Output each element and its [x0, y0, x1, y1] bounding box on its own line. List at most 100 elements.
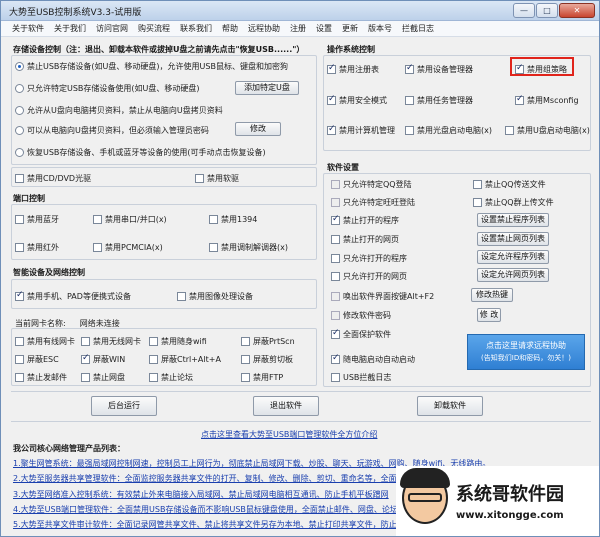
checkbox-icon[interactable]	[15, 373, 24, 382]
maximize-button[interactable]: □	[536, 3, 558, 18]
port-pcmcia[interactable]: 禁用PCMCIA(x)	[93, 242, 163, 253]
port-modem[interactable]: 禁用调制解调器(x)	[209, 242, 288, 253]
sw-change-password[interactable]: 修改软件密码	[331, 310, 391, 321]
checkbox-icon[interactable]	[177, 292, 186, 301]
checkbox-icon[interactable]	[331, 254, 340, 263]
block-ftp[interactable]: 禁用FTP	[241, 372, 283, 383]
checkbox-icon[interactable]	[81, 373, 90, 382]
background-run-button[interactable]: 后台运行	[91, 396, 157, 416]
checkbox-icon[interactable]	[149, 373, 158, 382]
block-ctrl-alt-a[interactable]: 屏蔽Ctrl+Alt+A	[149, 354, 221, 365]
checkbox-icon[interactable]	[93, 215, 102, 224]
checkbox-icon[interactable]	[327, 63, 336, 74]
os-registry[interactable]: 禁用注册表	[327, 63, 379, 75]
sw-block-web[interactable]: 禁止打开的网页	[331, 234, 399, 245]
menu-contact[interactable]: 联系我们	[175, 23, 217, 34]
radio-icon[interactable]	[15, 148, 24, 157]
cd-checkbox[interactable]: 禁用CD/DVD光驱	[15, 173, 91, 184]
sw-hotkey[interactable]: 唤出软件界面按键Alt+F2	[331, 291, 434, 302]
checkbox-icon[interactable]	[149, 355, 158, 364]
os-gpedit[interactable]: 禁用组策略	[515, 63, 567, 75]
checkbox-icon[interactable]	[15, 243, 24, 252]
checkbox-icon[interactable]	[81, 337, 90, 346]
net-wireless[interactable]: 禁用无线网卡	[81, 336, 141, 347]
uninstall-button[interactable]: 卸载软件	[417, 396, 483, 416]
radio-icon[interactable]	[15, 126, 24, 135]
checkbox-icon[interactable]	[241, 373, 250, 382]
block-web-list-button[interactable]: 设置禁止网页列表	[477, 232, 549, 246]
checkbox-icon[interactable]	[93, 243, 102, 252]
minimize-button[interactable]: —	[513, 3, 535, 18]
checkbox-icon[interactable]	[473, 180, 482, 189]
checkbox-icon[interactable]	[515, 63, 524, 74]
checkbox-icon[interactable]	[331, 272, 340, 281]
checkbox-icon[interactable]	[331, 328, 340, 339]
block-forum[interactable]: 禁止论坛	[149, 372, 193, 383]
checkbox-icon[interactable]	[405, 126, 414, 135]
port-serial[interactable]: 禁用串口/并口(x)	[93, 214, 167, 225]
exit-button[interactable]: 退出软件	[253, 396, 319, 416]
block-win[interactable]: 屏蔽WIN	[81, 353, 125, 365]
checkbox-icon[interactable]	[405, 63, 414, 74]
block-program-list-button[interactable]: 设置禁止程序列表	[477, 213, 549, 227]
os-devmgr[interactable]: 禁用设备管理器	[405, 63, 473, 75]
block-netdisk[interactable]: 禁止网盘	[81, 372, 125, 383]
menu-about-software[interactable]: 关于软件	[7, 23, 49, 34]
checkbox-icon[interactable]	[327, 124, 336, 135]
change-password-button[interactable]: 修 改	[477, 308, 501, 322]
checkbox-icon[interactable]	[241, 355, 250, 364]
storage-option-4[interactable]: 可以从电脑向U盘拷贝资料，但必须输入管理员密码	[15, 125, 209, 136]
port-infrared[interactable]: 禁用红外	[15, 242, 59, 253]
imaging-checkbox[interactable]: 禁用图像处理设备	[177, 291, 253, 302]
checkbox-icon[interactable]	[15, 355, 24, 364]
menu-visit-site[interactable]: 访问官网	[91, 23, 133, 34]
checkbox-icon[interactable]	[15, 290, 24, 301]
sw-qq-file[interactable]: 禁止QQ传送文件	[473, 179, 546, 190]
net-wifi[interactable]: 禁用随身wifi	[149, 336, 207, 347]
sw-full-protect[interactable]: 全面保护软件	[331, 328, 391, 340]
allow-program-list-button[interactable]: 设定允许程序列表	[477, 250, 549, 264]
checkbox-icon[interactable]	[405, 96, 414, 105]
checkbox-icon[interactable]	[209, 243, 218, 252]
os-taskmgr[interactable]: 禁用任务管理器	[405, 95, 473, 106]
checkbox-icon[interactable]	[15, 174, 24, 183]
menu-update[interactable]: 更新	[337, 23, 363, 34]
storage-option-2[interactable]: 只允许特定USB存储设备使用(如U盘、移动硬盘)	[15, 83, 200, 94]
phone-checkbox[interactable]: 禁用手机、PAD等便携式设备	[15, 290, 131, 302]
port-bluetooth[interactable]: 禁用蓝牙	[15, 214, 59, 225]
sw-usb-log[interactable]: USB拦截日志	[331, 372, 391, 383]
checkbox-icon[interactable]	[331, 180, 340, 189]
checkbox-icon[interactable]	[81, 353, 90, 364]
storage-option-5[interactable]: 恢复USB存储设备、手机或蓝牙等设备的使用(可手动点击恢复设备)	[15, 147, 266, 158]
checkbox-icon[interactable]	[331, 214, 340, 225]
sw-autostart[interactable]: 随电脑启动自动启动	[331, 353, 415, 365]
menu-help[interactable]: 帮助	[217, 23, 243, 34]
checkbox-icon[interactable]	[149, 337, 158, 346]
storage-option-3[interactable]: 允许从U盘向电脑拷贝资料，禁止从电脑向U盘拷贝资料	[15, 105, 223, 116]
menu-remote[interactable]: 远程协助	[243, 23, 285, 34]
block-clipboard[interactable]: 屏蔽剪切板	[241, 354, 293, 365]
checkbox-icon[interactable]	[515, 94, 524, 105]
add-usb-button[interactable]: 添加特定U盘	[235, 81, 299, 95]
checkbox-icon[interactable]	[331, 292, 340, 301]
modify-password-button[interactable]: 修改	[235, 122, 281, 136]
close-button[interactable]: ✕	[559, 3, 595, 18]
allow-web-list-button[interactable]: 设定允许网页列表	[477, 268, 549, 282]
menu-settings[interactable]: 设置	[311, 23, 337, 34]
sw-qq-group-upload[interactable]: 禁止QQ群上传文件	[473, 197, 554, 208]
os-compmgmt[interactable]: 禁用计算机管理	[327, 124, 395, 136]
os-cdboot[interactable]: 禁用光盘启动电脑(x)	[405, 125, 492, 136]
checkbox-icon[interactable]	[331, 373, 340, 382]
menu-about-us[interactable]: 关于我们	[49, 23, 91, 34]
checkbox-icon[interactable]	[331, 235, 340, 244]
remote-assist-button[interactable]: 点击这里请求远程协助 (告知我们ID和密码，勿关！)	[467, 334, 585, 370]
net-wired[interactable]: 禁用有线网卡	[15, 336, 75, 347]
menu-register[interactable]: 注册	[285, 23, 311, 34]
os-usbboot[interactable]: 禁用U盘启动电脑(x)	[505, 125, 590, 136]
checkbox-icon[interactable]	[505, 126, 514, 135]
block-esc[interactable]: 屏蔽ESC	[15, 354, 59, 365]
checkbox-icon[interactable]	[331, 311, 340, 320]
sw-ww-only[interactable]: 只允许特定旺旺登陆	[331, 197, 415, 208]
checkbox-icon[interactable]	[209, 215, 218, 224]
port-1394[interactable]: 禁用1394	[209, 214, 257, 225]
